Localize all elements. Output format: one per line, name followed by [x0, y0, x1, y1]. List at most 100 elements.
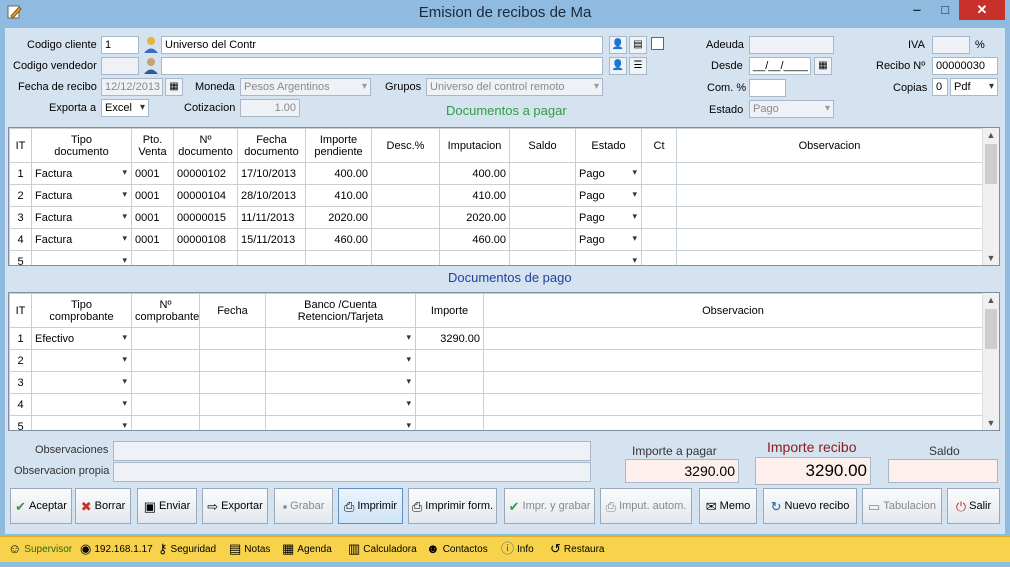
- grid2-scrollbar[interactable]: ▲ ▼: [982, 293, 999, 430]
- nuevo-recibo-button[interactable]: ↻ Nuevo recibo: [763, 488, 857, 524]
- grid2-cell-fecha[interactable]: [199, 349, 266, 372]
- client-card-icon[interactable]: ▤: [629, 36, 647, 54]
- grid1-cell-ct[interactable]: [641, 250, 677, 265]
- grid1-cell-estado[interactable]: Pago: [575, 206, 642, 229]
- estado-select[interactable]: Pago: [749, 100, 834, 118]
- table-row[interactable]: 2Factura00010000010428/10/2013410.00410.…: [9, 184, 983, 207]
- status-item-notas[interactable]: ▤ Notas: [229, 542, 270, 555]
- grid1-cell-desc[interactable]: [371, 184, 440, 207]
- grid1-cell-fecha[interactable]: [237, 250, 306, 265]
- grid1-cell-num[interactable]: 00000104: [173, 184, 238, 207]
- memo-button[interactable]: ✉ Memo: [699, 488, 757, 524]
- grid2-cell-tipo[interactable]: [31, 415, 132, 430]
- grid1-header[interactable]: Imputacion: [439, 128, 510, 163]
- grid2-header[interactable]: Importe: [415, 293, 484, 328]
- grid1-cell-imput[interactable]: 400.00: [439, 162, 510, 185]
- grid1-header[interactable]: Nº documento: [173, 128, 238, 163]
- grid1-header[interactable]: Tipo documento: [31, 128, 132, 163]
- grid1-header[interactable]: Importe pendiente: [305, 128, 372, 163]
- grid1-cell-it[interactable]: 2: [9, 184, 32, 207]
- grid2-cell-obs[interactable]: [483, 327, 983, 350]
- grid2-cell-it[interactable]: 3: [9, 371, 32, 394]
- grid1-cell-importe[interactable]: 2020.00: [305, 206, 372, 229]
- grid2-cell-obs[interactable]: [483, 371, 983, 394]
- table-row[interactable]: 2: [9, 349, 983, 372]
- grid2-cell-importe[interactable]: [415, 393, 484, 416]
- grid1-cell-obs[interactable]: [676, 162, 983, 185]
- exportar-button[interactable]: ⇨ Exportar: [202, 488, 268, 524]
- minimize-button[interactable]: ‒: [903, 0, 931, 20]
- maximize-button[interactable]: □: [931, 0, 959, 20]
- status-item-supervisor[interactable]: ☺ Supervisor: [8, 542, 72, 555]
- moneda-select[interactable]: Pesos Argentinos: [240, 78, 371, 96]
- grid1-cell-imput[interactable]: [439, 250, 510, 265]
- status-item-seguridad[interactable]: ⚷ Seguridad: [158, 542, 216, 555]
- grid2-cell-banco[interactable]: [265, 371, 416, 394]
- grid2-header[interactable]: Tipo comprobante: [31, 293, 132, 328]
- grid1-cell-num[interactable]: 00000015: [173, 206, 238, 229]
- grid1-cell-obs[interactable]: [676, 250, 983, 265]
- grid1-cell-obs[interactable]: [676, 228, 983, 251]
- grid1-cell-saldo[interactable]: [509, 250, 576, 265]
- grid1-cell-tipo[interactable]: Factura: [31, 206, 132, 229]
- grid2-cell-importe[interactable]: 3290.00: [415, 327, 484, 350]
- grabar-button[interactable]: ▪ Grabar: [274, 488, 333, 524]
- grid1-cell-obs[interactable]: [676, 184, 983, 207]
- table-row[interactable]: 4Factura00010000010815/11/2013460.00460.…: [9, 228, 983, 251]
- grid2-cell-banco[interactable]: [265, 393, 416, 416]
- grid2-cell-tipo[interactable]: [31, 349, 132, 372]
- grid1-cell-desc[interactable]: [371, 206, 440, 229]
- grid1-cell-saldo[interactable]: [509, 162, 576, 185]
- table-row[interactable]: 1Efectivo 3290.00: [9, 327, 983, 350]
- grid1-cell-pto[interactable]: 0001: [131, 162, 174, 185]
- grid2-cell-banco[interactable]: [265, 349, 416, 372]
- recibo-input[interactable]: 00000030: [932, 57, 998, 75]
- grid2-cell-banco[interactable]: [265, 327, 416, 350]
- seller-icon[interactable]: [142, 57, 160, 75]
- grid1-header[interactable]: Pto. Venta: [131, 128, 174, 163]
- grid1-cell-pto[interactable]: 0001: [131, 228, 174, 251]
- vendedor-codigo-input[interactable]: [101, 57, 139, 75]
- vendedor-nombre-input[interactable]: [161, 57, 603, 75]
- grid1-cell-importe[interactable]: 460.00: [305, 228, 372, 251]
- grid1-cell-it[interactable]: 1: [9, 162, 32, 185]
- exporta-select[interactable]: Excel: [101, 99, 149, 117]
- grid2-header[interactable]: Fecha: [199, 293, 266, 328]
- grid1-cell-pto[interactable]: 0001: [131, 184, 174, 207]
- grid1-header[interactable]: Ct: [641, 128, 677, 163]
- grid1-cell-desc[interactable]: [371, 228, 440, 251]
- grid1-cell-fecha[interactable]: 28/10/2013: [237, 184, 306, 207]
- fecha-input[interactable]: 12/12/2013: [101, 78, 163, 96]
- search-client-icon[interactable]: 👤: [609, 36, 627, 54]
- grid1-cell-ct[interactable]: [641, 206, 677, 229]
- grid1-cell-ct[interactable]: [641, 228, 677, 251]
- search-seller-icon[interactable]: 👤: [609, 57, 627, 75]
- grid1-cell-importe[interactable]: [305, 250, 372, 265]
- grid1-cell-imput[interactable]: 460.00: [439, 228, 510, 251]
- status-item-calculadora[interactable]: ▥ Calculadora: [348, 542, 417, 555]
- cotizacion-input[interactable]: 1.00: [240, 99, 300, 117]
- grid1-cell-desc[interactable]: [371, 162, 440, 185]
- grid1-cell-estado[interactable]: Pago: [575, 184, 642, 207]
- status-item-restaura[interactable]: ↺ Restaura: [550, 542, 604, 555]
- grid1-cell-desc[interactable]: [371, 250, 440, 265]
- grid1-header[interactable]: IT: [9, 128, 32, 163]
- table-row[interactable]: 3: [9, 371, 983, 394]
- docs-a-pagar-grid[interactable]: IT Tipo documento Pto. Venta Nº documento Fe…: [8, 127, 1000, 266]
- grid1-cell-it[interactable]: 5: [9, 250, 32, 265]
- imprimir-form-button[interactable]: ⎙ Imprimir form.: [408, 488, 497, 524]
- grid2-cell-importe[interactable]: [415, 349, 484, 372]
- grid2-cell-it[interactable]: 5: [9, 415, 32, 430]
- aceptar-button[interactable]: ✔ Aceptar: [10, 488, 72, 524]
- status-item-contactos[interactable]: ☻ Contactos: [426, 542, 488, 555]
- calendar-icon[interactable]: ▦: [165, 78, 183, 96]
- grid2-cell-fecha[interactable]: [199, 393, 266, 416]
- grid1-header[interactable]: Fecha documento: [237, 128, 306, 163]
- grid1-cell-estado[interactable]: Pago: [575, 228, 642, 251]
- grid1-cell-ct[interactable]: [641, 184, 677, 207]
- grid1-header[interactable]: Observacion: [676, 128, 983, 163]
- grid1-cell-saldo[interactable]: [509, 228, 576, 251]
- grid2-header[interactable]: IT: [9, 293, 32, 328]
- imprimir-button[interactable]: ⎙ Imprimir: [338, 488, 403, 524]
- grid1-cell-saldo[interactable]: [509, 184, 576, 207]
